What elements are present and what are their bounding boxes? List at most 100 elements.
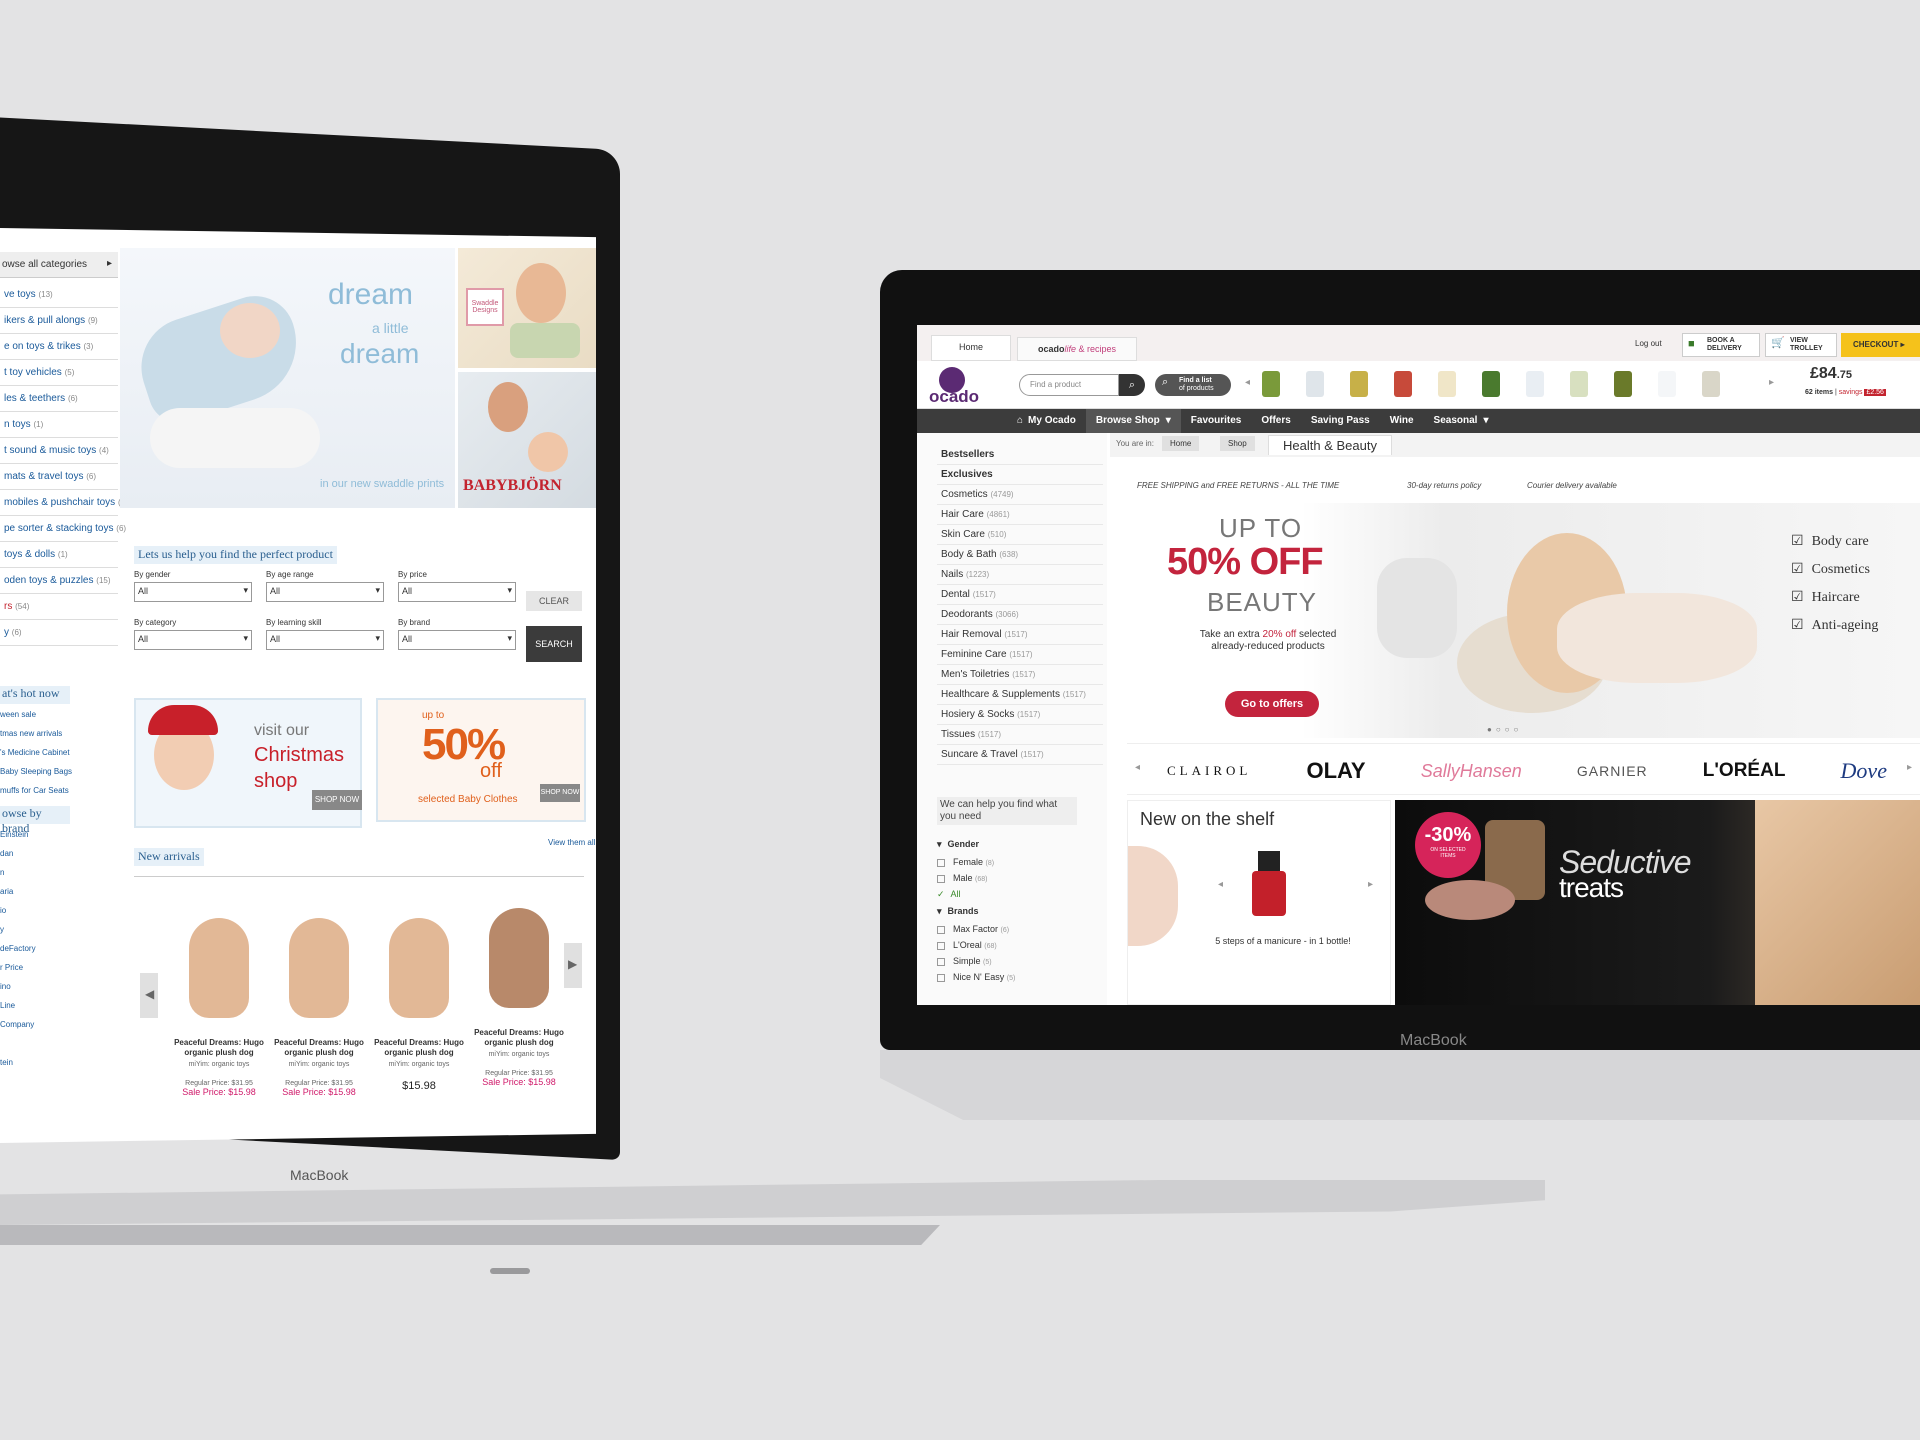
hero-banner[interactable]: dream a little dream in our new swaddle … <box>120 248 455 508</box>
babybjorn-banner[interactable]: BABYBJÖRN <box>458 372 596 508</box>
brand-item[interactable]: deFactory <box>0 944 118 963</box>
filter-group-title[interactable]: ▾ Gender <box>937 839 1103 850</box>
brand-prev-arrow-icon[interactable]: ◂ <box>1135 762 1140 773</box>
category-item[interactable]: mats & travel toys (6) <box>0 464 118 490</box>
brand-item[interactable]: Line <box>0 1001 118 1020</box>
category-item[interactable]: Deodorants (3066) <box>937 605 1103 625</box>
tab-recipes[interactable]: ocadolife & recipes <box>1017 337 1137 361</box>
checkout-button[interactable]: CHECKOUT ▸ <box>1841 333 1920 357</box>
brand-logo[interactable]: L'ORÉAL <box>1703 760 1786 782</box>
category-item[interactable]: Cosmetics (4749) <box>937 485 1103 505</box>
checkbox[interactable] <box>937 973 945 982</box>
hero-carousel-dots[interactable]: ●○○○ <box>1487 725 1522 734</box>
finder-select[interactable]: All <box>398 582 516 602</box>
trolley-product-thumb[interactable] <box>1658 371 1676 397</box>
brand-item[interactable]: tein <box>0 1058 118 1077</box>
finder-select[interactable]: All <box>134 630 252 650</box>
hot-now-item[interactable]: 's Medicine Cabinet <box>0 748 118 767</box>
category-item[interactable]: les & teethers (6) <box>0 386 118 412</box>
category-item[interactable]: n toys (1) <box>0 412 118 438</box>
search-input[interactable]: Find a product <box>1019 374 1119 396</box>
seductive-treats-banner[interactable]: -30% ON SELECTED ITEMS Seductive treats <box>1395 800 1920 1005</box>
filter-option[interactable]: Nice N' Easy (5) <box>937 969 1103 985</box>
category-item[interactable]: t sound & music toys (4) <box>0 438 118 464</box>
logout-link[interactable]: Log out <box>1635 339 1662 348</box>
checkbox[interactable] <box>937 858 945 867</box>
filter-option[interactable]: Male (68) <box>937 870 1103 886</box>
trolley-prev-arrow-icon[interactable]: ◂ <box>1245 377 1250 388</box>
product-card[interactable]: Peaceful Dreams: Hugo organic plush dog m… <box>470 878 568 1087</box>
nav-item[interactable]: ⌂ My Ocado <box>1007 409 1086 433</box>
trolley-product-thumb[interactable] <box>1350 371 1368 397</box>
carousel-prev-button[interactable]: ◀ <box>140 973 158 1018</box>
breadcrumb-home[interactable]: Home <box>1162 436 1200 451</box>
brand-item[interactable]: io <box>0 906 118 925</box>
trolley-product-thumb[interactable] <box>1570 371 1588 397</box>
product-card[interactable]: Peaceful Dreams: Hugo organic plush dog m… <box>270 888 368 1097</box>
filter-option[interactable]: L'Oreal (68) <box>937 937 1103 953</box>
trolley-next-arrow-icon[interactable]: ▸ <box>1769 377 1774 388</box>
filter-option[interactable]: Max Factor (6) <box>937 921 1103 937</box>
christmas-promo[interactable]: visit our Christmas shop SHOP NOW <box>134 698 362 828</box>
category-item[interactable]: Tissues (1517) <box>937 725 1103 745</box>
view-all-link[interactable]: View them all <box>548 838 595 847</box>
baby-clothes-promo[interactable]: up to 50% off selected Baby Clothes SHOP… <box>376 698 586 822</box>
trolley-product-thumb[interactable] <box>1262 371 1280 397</box>
checkbox[interactable] <box>937 925 945 934</box>
trolley-product-thumb[interactable] <box>1614 371 1632 397</box>
hot-now-item[interactable]: tmas new arrivals <box>0 729 118 748</box>
brand-logo[interactable]: OLAY <box>1306 758 1365 784</box>
brand-item[interactable]: ino <box>0 982 118 1001</box>
category-item[interactable]: ve toys (13) <box>0 282 118 308</box>
category-item[interactable]: t toy vehicles (5) <box>0 360 118 386</box>
trolley-product-thumb[interactable] <box>1306 371 1324 397</box>
breadcrumb-shop[interactable]: Shop <box>1220 436 1255 451</box>
hot-now-item[interactable]: ween sale <box>0 710 118 729</box>
brand-item[interactable]: r Price <box>0 963 118 982</box>
clear-button[interactable]: CLEAR <box>526 591 582 611</box>
category-item[interactable]: e on toys & trikes (3) <box>0 334 118 360</box>
brand-next-arrow-icon[interactable]: ▸ <box>1907 762 1912 773</box>
category-item[interactable]: Healthcare & Supplements (1517) <box>937 685 1103 705</box>
hot-now-item[interactable]: Baby Sleeping Bags <box>0 767 118 786</box>
go-to-offers-button[interactable]: Go to offers <box>1225 691 1319 717</box>
brand-logo[interactable]: SallyHansen <box>1421 761 1522 782</box>
category-item[interactable]: pe sorter & stacking toys (6) <box>0 516 126 542</box>
swaddle-designs-banner[interactable]: Swaddle Designs <box>458 248 596 368</box>
category-item[interactable]: Bestsellers <box>937 445 1103 465</box>
category-item[interactable]: Skin Care (510) <box>937 525 1103 545</box>
trolley-product-thumb[interactable] <box>1526 371 1544 397</box>
brand-item[interactable]: n <box>0 868 118 887</box>
category-item[interactable]: Body & Bath (638) <box>937 545 1103 565</box>
new-on-shelf-panel[interactable]: New on the shelf ◂ ▸ 5 steps of a manicu… <box>1127 800 1391 1005</box>
clothes-shop-now-button[interactable]: SHOP NOW <box>540 784 580 802</box>
beauty-hero[interactable]: UP TO 50% OFF BEAUTY Take an extra 20% o… <box>1127 503 1920 738</box>
checkbox[interactable] <box>937 957 945 966</box>
shelf-next-arrow-icon[interactable]: ▸ <box>1368 879 1373 890</box>
shelf-prev-arrow-icon[interactable]: ◂ <box>1218 879 1223 890</box>
finder-select[interactable]: All <box>134 582 252 602</box>
find-list-button[interactable]: ⌕ Find a list of products <box>1155 374 1231 396</box>
finder-select[interactable]: All <box>266 630 384 650</box>
nav-item[interactable]: Seasonal ▾ <box>1424 409 1499 433</box>
filter-option[interactable]: Female (8) <box>937 854 1103 870</box>
category-item[interactable]: toys & dolls (1) <box>0 542 118 568</box>
trolley-product-thumb[interactable] <box>1482 371 1500 397</box>
brand-item[interactable]: aria <box>0 887 118 906</box>
brand-logo[interactable]: CLAIROL <box>1167 763 1251 779</box>
brand-logo[interactable]: Dove <box>1841 758 1887 784</box>
brand-item[interactable] <box>0 1039 118 1058</box>
trolley-product-thumb[interactable] <box>1438 371 1456 397</box>
christmas-shop-now-button[interactable]: SHOP NOW <box>312 790 362 810</box>
brand-item[interactable]: Company <box>0 1020 118 1039</box>
filter-option[interactable]: ✓ All <box>937 886 1103 902</box>
brand-item[interactable]: y <box>0 925 118 944</box>
brand-logo[interactable]: GARNIER <box>1577 763 1648 779</box>
category-item[interactable]: Dental (1517) <box>937 585 1103 605</box>
browse-categories-bar[interactable]: owse all categories ▸ <box>0 252 118 278</box>
finder-select[interactable]: All <box>398 630 516 650</box>
checkbox[interactable] <box>937 874 945 883</box>
view-trolley-button[interactable]: 🛒 VIEW TROLLEY <box>1765 333 1837 357</box>
filter-option[interactable]: Simple (5) <box>937 953 1103 969</box>
trolley-product-thumb[interactable] <box>1394 371 1412 397</box>
